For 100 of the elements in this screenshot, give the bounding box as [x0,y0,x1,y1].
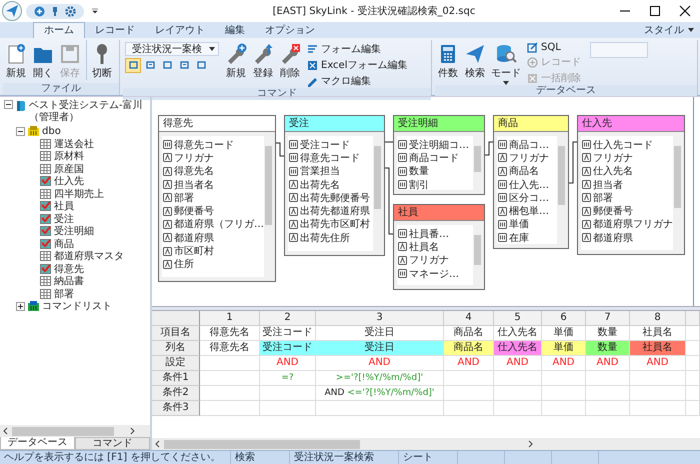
column-header[interactable] [686,311,700,326]
field-name[interactable]: 受注コード [300,138,350,152]
table-cell[interactable]: 仕入先名 [494,326,542,341]
column-header[interactable]: 7 [586,311,630,326]
table-cell[interactable] [686,386,700,401]
field-name[interactable]: 出荷先名 [300,178,340,192]
field-name[interactable]: 得意先名 [174,164,214,178]
ribbon-button[interactable]: 削除 [277,40,303,80]
tree-item[interactable]: 四半期売上 [54,186,104,201]
table-cell[interactable] [630,371,686,386]
row-header[interactable]: 条件3 [152,401,200,416]
table-cell[interactable]: 数量 [586,341,630,356]
field-name[interactable]: フリガナ [409,253,449,268]
table-cell[interactable]: 単価 [542,341,586,356]
table-cell[interactable]: 単価 [542,326,586,341]
field-name[interactable]: 仕入先… [509,178,549,192]
table-cell[interactable]: 社員名 [630,341,686,356]
tree-item[interactable]: 運送会社 [54,136,94,151]
field-name[interactable]: 都道府県 [593,230,633,245]
field-name[interactable]: 梱包単… [509,204,549,218]
table-card[interactable]: 受注明細 受注明細コ… 商品コード 数量 割引 [393,115,485,195]
horizontal-scrollbar[interactable] [0,425,150,437]
field-name[interactable]: 出荷先郵便番号 [300,190,370,205]
table-cell[interactable] [494,386,542,401]
table-cell[interactable] [200,356,260,371]
ribbon-button[interactable]: 新規 [3,40,29,80]
field-name[interactable]: 郵便番号 [593,204,633,218]
column-header[interactable]: 3 [316,311,444,326]
scroll-left-icon[interactable] [2,427,10,435]
ribbon-tab[interactable]: オプション [255,23,325,38]
tree-item[interactable]: 社員 [54,199,74,214]
field-name[interactable]: 営業担当 [300,164,340,178]
table-cell[interactable]: AND [444,356,494,371]
field-name[interactable]: 商品名 [509,164,539,178]
field-name[interactable]: 担当者名 [174,178,214,192]
table-cell[interactable] [542,386,586,401]
row-header[interactable]: 項目名 [152,326,200,341]
table-cell[interactable]: =? [260,371,316,386]
field-name[interactable]: 得意先コード [300,150,360,165]
field-name[interactable]: マネージ… [409,266,459,281]
field-name[interactable]: 仕入先コード [593,138,653,152]
field-name[interactable]: 得意先コード [174,138,234,152]
field-name[interactable]: 部署 [593,190,613,205]
table-cell[interactable] [316,401,444,416]
collapse-icon[interactable] [4,100,13,109]
column-header[interactable]: 6 [542,311,586,326]
table-card[interactable]: 商品 商品コ… フリガナ 商品名 仕入先… 区分コ… 梱包単… 単価 在庫 [493,115,569,249]
table-cell[interactable]: 受注コード [260,341,316,356]
table-cell[interactable]: AND <='?[!%Y/%m/%d]' [316,386,444,401]
field-name[interactable]: 担当者 [593,178,623,192]
ribbon-button[interactable]: 新規 [223,40,249,80]
panel-tab[interactable]: データベース [0,437,75,450]
field-name[interactable]: 出荷先市区町村 [300,217,370,232]
ribbon-button[interactable]: 開く [30,40,56,80]
style-menu[interactable]: スタイル [644,23,684,38]
table-cell[interactable]: AND [542,356,586,371]
field-name[interactable]: フリガナ [593,150,633,165]
table-cell[interactable] [630,386,686,401]
field-name[interactable]: 数量 [409,164,429,178]
gear-icon[interactable] [65,6,76,16]
horizontal-scrollbar[interactable] [152,438,700,450]
table-cell[interactable] [200,371,260,386]
table-cell[interactable] [686,371,700,386]
ribbon-button[interactable]: 切断 [86,40,114,80]
table-cell[interactable] [542,401,586,416]
column-header[interactable]: 1 [200,311,260,326]
table-cell[interactable]: AND [630,356,686,371]
tree-item[interactable]: 商品 [54,236,74,251]
field-name[interactable]: 社員名 [409,240,439,254]
table-card[interactable]: 社員 社員番… 社員名 フリガナ マネージ… [393,204,485,290]
table-cell[interactable] [260,386,316,401]
tree-item[interactable]: 受注 [54,212,74,226]
field-name[interactable]: 都道府県（フリガ… [174,217,264,232]
table-cell[interactable] [686,326,700,341]
field-name[interactable]: 市区町村 [174,244,214,258]
field-name[interactable]: 単価 [509,217,529,232]
table-cell[interactable] [686,356,700,371]
column-header[interactable]: 2 [260,311,316,326]
field-name[interactable]: 都道府県フリガナ [593,217,673,232]
field-name[interactable]: 郵便番号 [174,204,214,218]
view-button[interactable] [125,58,141,73]
table-cell[interactable]: 得意先名 [200,326,260,341]
ribbon-button[interactable]: 検索 [462,40,488,80]
tree-item[interactable]: 原材料 [54,149,84,164]
plug-icon[interactable] [51,6,59,16]
ribbon-link-button[interactable]: SQL [527,42,581,53]
field-name[interactable]: 在庫 [509,230,529,244]
table-cell[interactable] [586,386,630,401]
table-cell[interactable] [200,401,260,416]
tree-item[interactable]: 納品書 [54,274,84,288]
tree-item[interactable]: 得意先 [54,262,84,276]
collapse-icon[interactable] [16,126,25,136]
table-cell[interactable] [586,371,630,386]
table-cell[interactable] [444,386,494,401]
column-header[interactable]: 8 [630,311,686,326]
ribbon-button[interactable]: 件数 [435,40,461,80]
ribbon-button[interactable]: 登録 [250,40,276,80]
ribbon-button[interactable]: モード [489,40,523,85]
table-cell[interactable]: 得意先名 [200,341,260,356]
table-cell[interactable] [686,401,700,416]
